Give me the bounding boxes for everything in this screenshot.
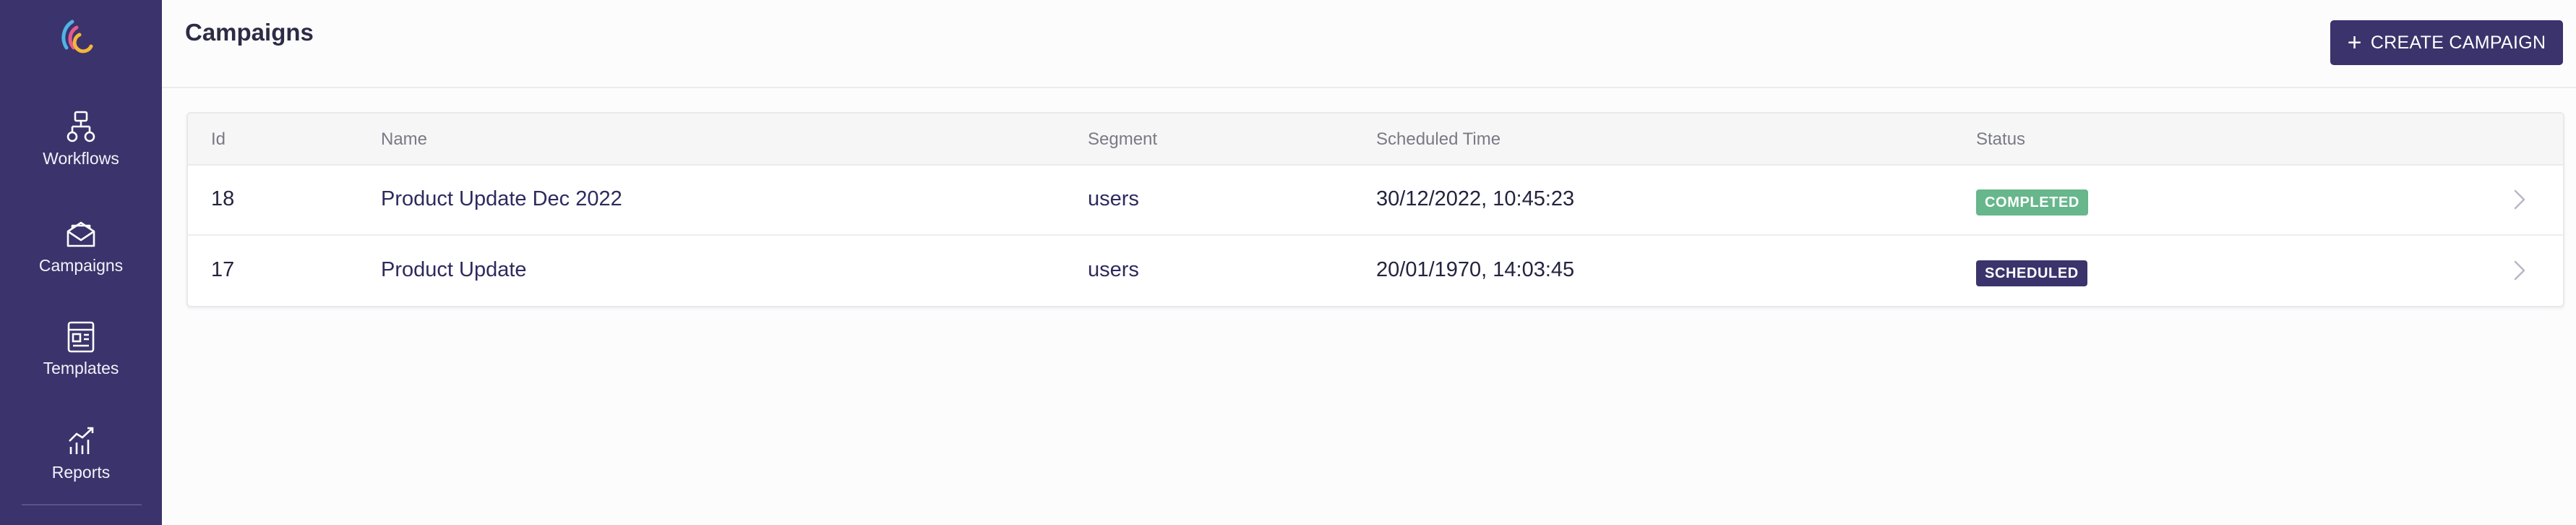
status-badge: SCHEDULED [1976,260,2087,286]
page-title: Campaigns [185,19,314,46]
logo-icon [61,20,93,54]
campaigns-table: Id Name Segment Scheduled Time Status 18… [186,112,2564,307]
row-id: 17 [211,258,235,281]
chevron-right-icon[interactable] [2511,185,2528,214]
sidebar-divider [22,504,142,505]
row-name[interactable]: Product Update Dec 2022 [381,187,622,211]
row-id: 18 [211,187,235,210]
row-scheduled-time: 20/01/1970, 14:03:45 [1376,258,1575,281]
sidebar-item-reports[interactable]: Reports [0,424,162,503]
row-scheduled-time: 30/12/2022, 10:45:23 [1376,187,1575,210]
row-segment: users [1088,187,1139,210]
table-row[interactable]: 18 Product Update Dec 2022 users 30/12/2… [188,165,2563,236]
table-row[interactable]: 17 Product Update users 20/01/1970, 14:0… [188,236,2563,305]
plus-icon: + [2347,29,2362,56]
template-icon [65,320,97,354]
sidebar-item-templates[interactable]: Templates [0,320,162,399]
column-header-scheduled-time: Scheduled Time [1376,129,1501,149]
status-badge: COMPLETED [1976,189,2088,215]
workflow-icon [65,110,97,145]
sidebar-item-label: Campaigns [38,256,124,275]
column-header-id: Id [211,129,226,149]
table-header: Id Name Segment Scheduled Time Status [188,114,2563,166]
page-header: Campaigns + CREATE CAMPAIGN [162,0,2576,88]
column-header-name: Name [381,129,428,149]
campaign-envelope-icon [65,217,97,252]
sidebar-item-workflows[interactable]: Workflows [0,110,162,189]
row-name[interactable]: Product Update [381,258,527,282]
create-campaign-button[interactable]: + CREATE CAMPAIGN [2330,20,2563,65]
sidebar-item-label: Reports [51,463,111,482]
row-segment: users [1088,258,1139,281]
create-campaign-label: CREATE CAMPAIGN [2370,32,2546,53]
sidebar-item-label: Workflows [43,149,119,168]
chevron-right-icon[interactable] [2511,256,2528,285]
column-header-status: Status [1976,129,2026,149]
column-header-segment: Segment [1088,129,1158,149]
sidebar-item-campaigns[interactable]: Campaigns [0,217,162,296]
reports-chart-icon [65,424,97,458]
sidebar: Workflows Campaigns Templates Reports [0,0,162,525]
app-logo[interactable] [58,16,104,62]
sidebar-item-label: Templates [43,359,119,377]
